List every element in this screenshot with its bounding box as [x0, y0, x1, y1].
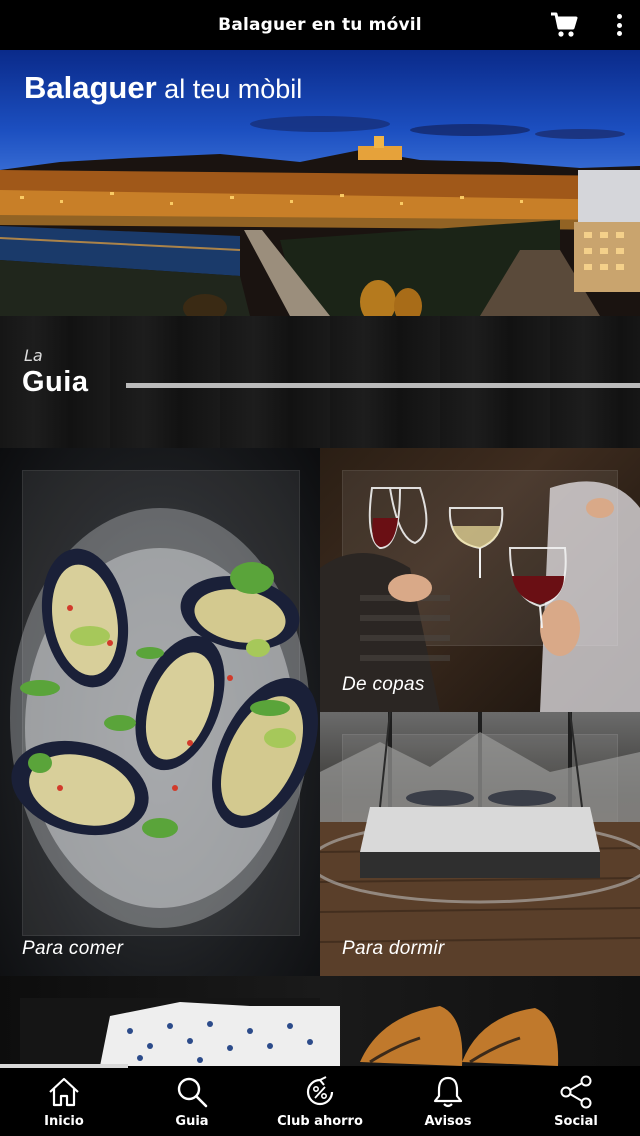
tile-label-para-comer: Para comer	[22, 938, 124, 959]
nav-label-social: Social	[554, 1114, 598, 1129]
guide-title: Guia	[22, 366, 89, 398]
mussels-dish-image	[10, 508, 318, 928]
guide-divider	[126, 383, 640, 388]
tile-label-para-dormir: Para dormir	[342, 938, 445, 959]
nav-label-avisos: Avisos	[424, 1114, 472, 1129]
percent-icon	[306, 1076, 334, 1106]
tile-de-copas[interactable]: De copas	[320, 448, 640, 712]
tile-para-comer[interactable]: Para comer	[0, 448, 320, 976]
nav-item-guia[interactable]: Guia	[128, 1068, 256, 1136]
guide-header: La Guia	[0, 316, 640, 448]
hero-title-bold: Balaguer	[24, 70, 157, 105]
nav-label-inicio: Inicio	[44, 1114, 84, 1129]
tile-shopping[interactable]	[0, 976, 640, 1066]
app-title: Balaguer en tu móvil	[218, 15, 422, 35]
bedroom-image	[320, 712, 640, 976]
cart-icon[interactable]	[550, 12, 578, 38]
more-vertical-icon[interactable]	[612, 12, 626, 38]
nav-label-club-ahorro: Club ahorro	[277, 1114, 363, 1129]
hero-title: Balaguer al teu mòbil	[24, 70, 302, 106]
nav-item-social[interactable]: Social	[512, 1068, 640, 1136]
bell-icon	[433, 1076, 463, 1108]
hero-title-rest: al teu mòbil	[156, 74, 303, 104]
nav-item-avisos[interactable]: Avisos	[384, 1068, 512, 1136]
nav-item-club-ahorro[interactable]: Club ahorro	[256, 1068, 384, 1136]
hero-banner: Balaguer al teu mòbil	[0, 50, 640, 316]
app-bar: Balaguer en tu móvil	[0, 0, 640, 50]
search-icon	[177, 1077, 208, 1108]
home-icon	[49, 1077, 79, 1107]
wine-glasses-image	[320, 481, 640, 712]
shopping-image	[20, 998, 559, 1066]
tile-para-dormir[interactable]: Para dormir	[320, 712, 640, 976]
nav-label-guia: Guia	[175, 1114, 209, 1129]
tile-label-de-copas: De copas	[342, 674, 425, 695]
share-icon	[560, 1075, 592, 1109]
nav-item-inicio[interactable]: Inicio	[0, 1068, 128, 1136]
guide-kicker: La	[24, 346, 43, 365]
bottom-navigation: Inicio Guia Club ahorro Avisos Social	[0, 1068, 640, 1136]
